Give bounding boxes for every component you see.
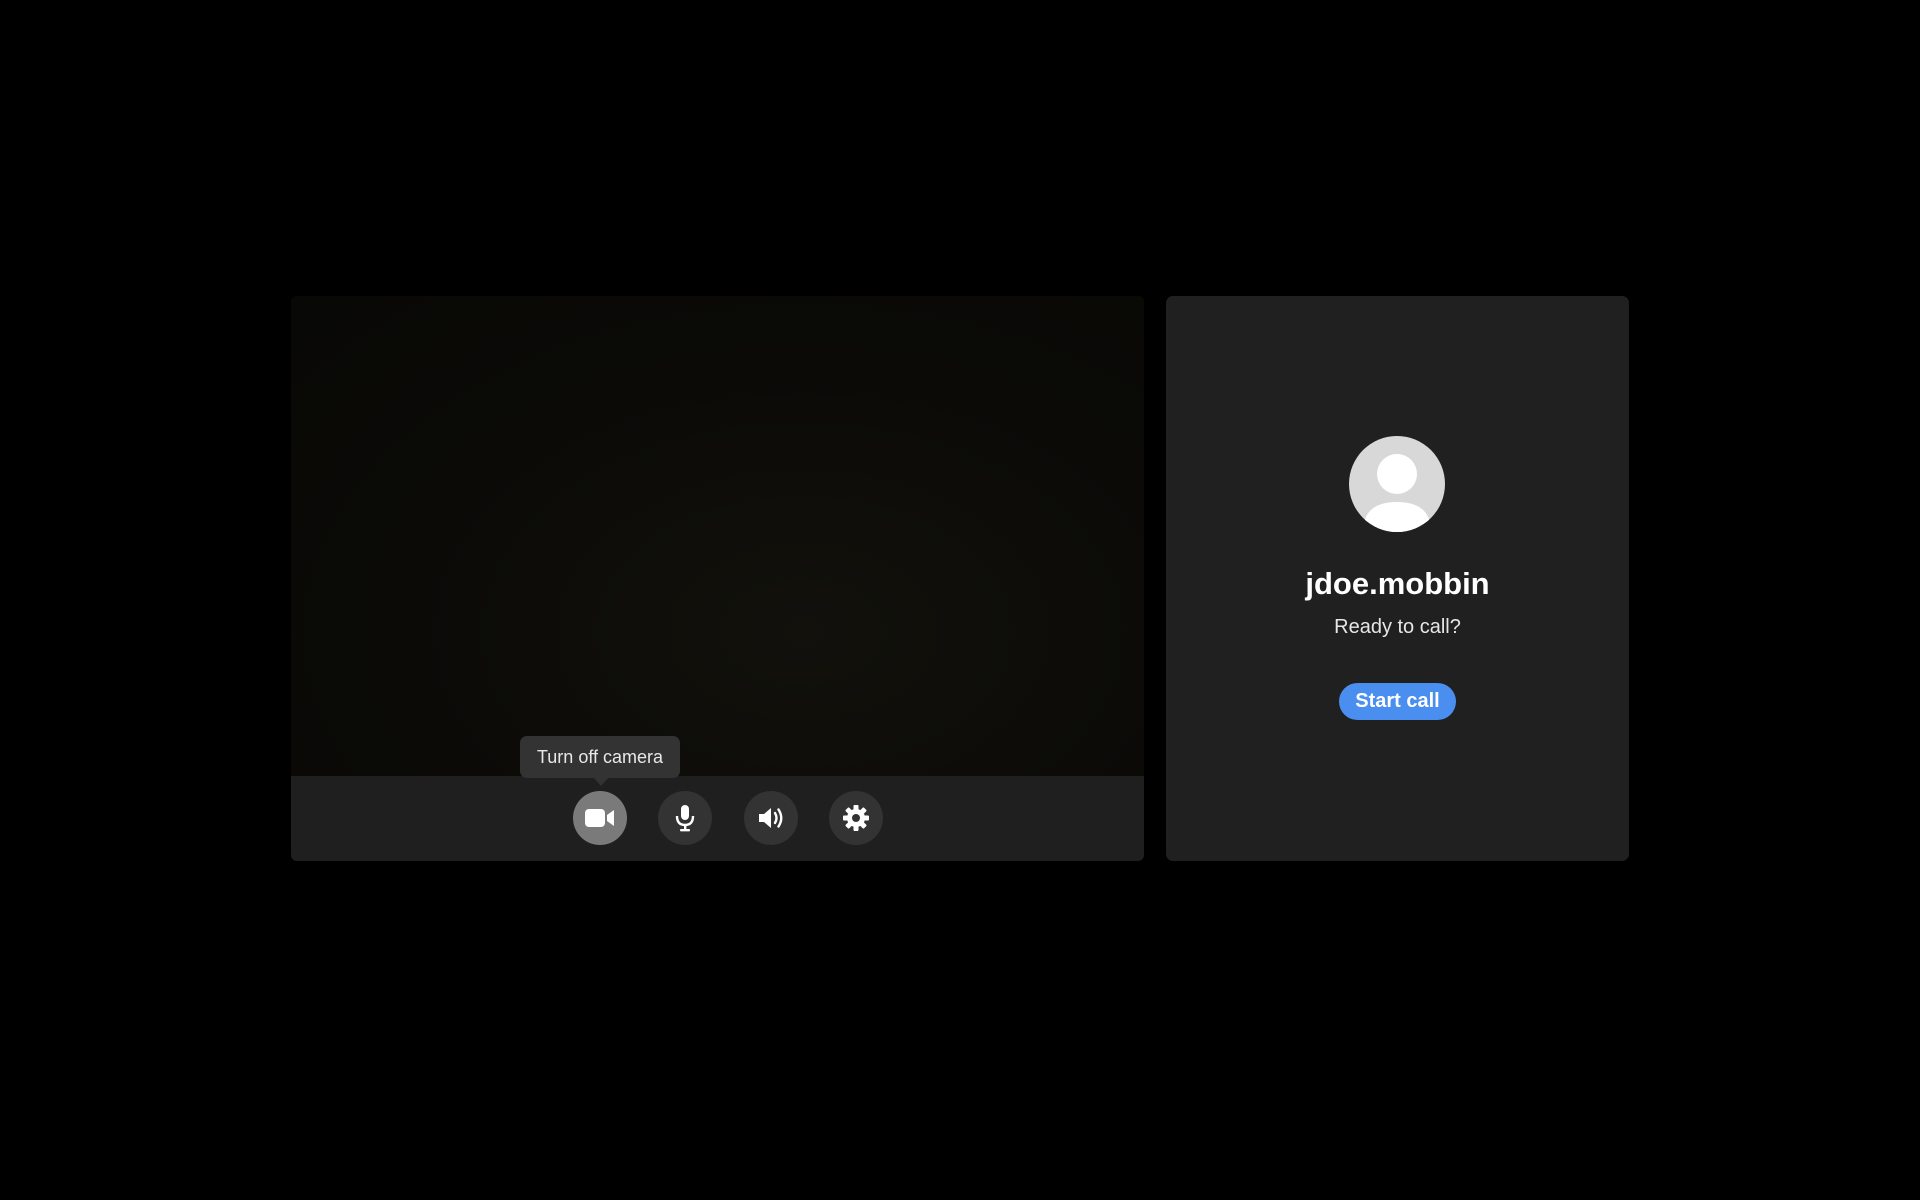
tooltip-text: Turn off camera xyxy=(536,746,664,767)
gear-icon xyxy=(842,804,870,832)
video-call-screen: Turn off camera jdoe.mobbin Ready to cal… xyxy=(0,0,1920,1200)
camera-preview-panel: Turn off camera xyxy=(291,296,1144,861)
camera-preview-feed xyxy=(291,296,1144,776)
speaker-icon xyxy=(757,805,785,831)
camera-tooltip: Turn off camera xyxy=(520,736,680,778)
microphone-toggle-button[interactable] xyxy=(658,791,712,845)
tooltip-arrow xyxy=(593,777,609,786)
microphone-icon xyxy=(674,804,696,832)
person-icon xyxy=(1349,454,1445,532)
contact-username: jdoe.mobbin xyxy=(1305,566,1490,601)
start-call-button[interactable]: Start call xyxy=(1339,683,1456,720)
video-camera-icon xyxy=(584,807,616,829)
media-control-bar xyxy=(291,776,1144,861)
settings-button[interactable] xyxy=(829,791,883,845)
call-card: jdoe.mobbin Ready to call? Start call xyxy=(1166,296,1629,861)
avatar xyxy=(1349,436,1445,532)
speaker-toggle-button[interactable] xyxy=(744,791,798,845)
call-status-text: Ready to call? xyxy=(1334,616,1461,638)
camera-toggle-button[interactable] xyxy=(573,791,627,845)
